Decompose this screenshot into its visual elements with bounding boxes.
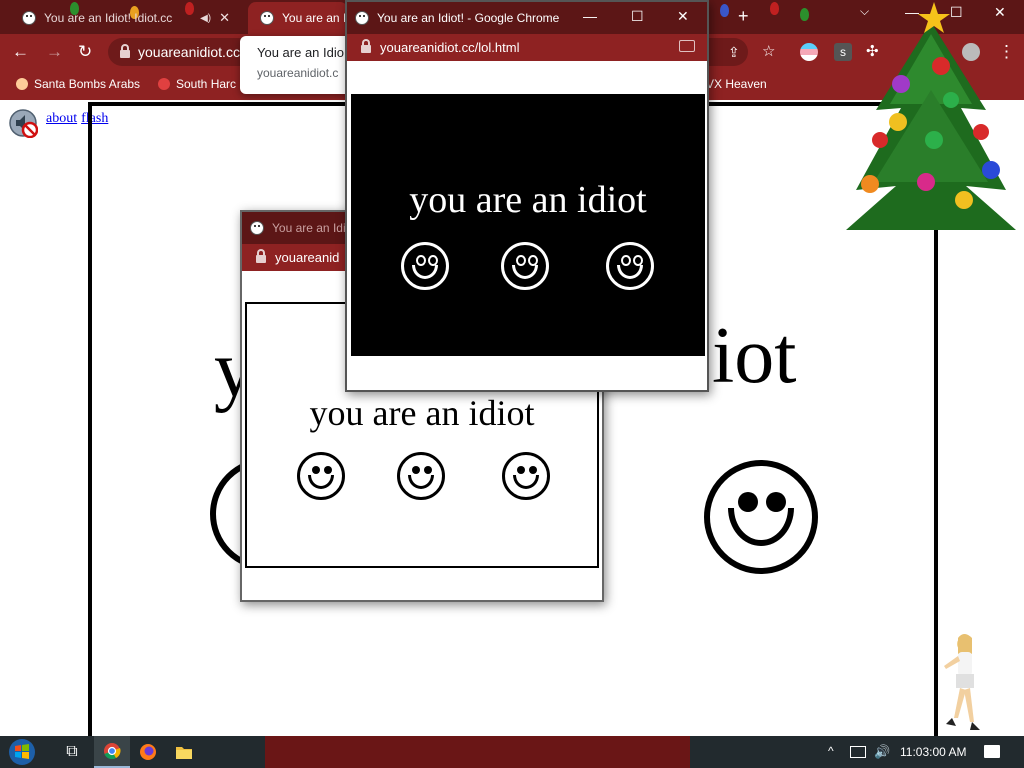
smiley-icon [704, 460, 818, 574]
tray-overflow-chevron-icon[interactable]: ^ [828, 744, 834, 758]
lock-icon [361, 39, 371, 53]
popup-title-bar[interactable]: You are an Idiot! - Google Chrome [347, 2, 707, 34]
bookmark-label: South Harc [176, 77, 237, 91]
popup-title: You are an Idiot! - Google Chrome [377, 11, 560, 25]
muted-speaker-icon[interactable] [8, 108, 38, 138]
smiley-icon [606, 242, 654, 290]
popup-url: youareanidiot.cc/lol.html [380, 40, 520, 55]
new-tab-button[interactable]: + [738, 6, 749, 27]
smiley-eye [517, 466, 525, 474]
popup-message: you are an idiot [409, 179, 647, 221]
folder-icon [176, 747, 192, 759]
volume-icon[interactable]: 🔊 [874, 744, 890, 760]
dancing-figure-icon [944, 634, 980, 730]
flag-extension-icon[interactable] [800, 43, 818, 61]
smiley-mouth [513, 475, 539, 489]
bookmark-label: Santa Bombs Arabs [34, 77, 141, 91]
smiley-icon [401, 242, 449, 290]
back-button[interactable]: ← [12, 42, 29, 62]
bookmark-santa-bombs-arabs[interactable]: Santa Bombs Arabs [16, 77, 140, 91]
tab-title: You are an I [282, 11, 347, 25]
tab-title: You are an Idiot! Idiot.cc [44, 11, 173, 25]
notifications-icon[interactable] [984, 745, 1000, 758]
about-link[interactable]: about [46, 111, 77, 126]
popup-message: you are an idiot [309, 393, 535, 433]
taskbar: ⧉ ^ 🔊 11:03:00 AM [0, 736, 1024, 768]
popup-title: You are an Idio [272, 221, 353, 235]
task-view-icon[interactable]: ⧉ [54, 736, 90, 768]
smiley-mouth [617, 265, 643, 279]
smiley-icon [397, 452, 445, 500]
address-text: youareanidiot.cc [138, 44, 240, 60]
file-explorer-taskbar-button[interactable] [166, 736, 202, 768]
bookmark-vx-heaven[interactable]: VX Heaven [706, 77, 767, 91]
smiley-favicon-icon [250, 221, 264, 235]
network-icon[interactable] [850, 746, 866, 758]
firefox-taskbar-button[interactable] [130, 736, 166, 768]
speaker-icon[interactable]: ◀) [200, 13, 211, 24]
forward-button[interactable]: → [46, 42, 63, 62]
bookmark-star-icon[interactable]: ☆ [762, 42, 775, 60]
smiley-mouth [728, 508, 794, 546]
smiley-favicon-icon [22, 11, 36, 25]
smiley-icon [297, 452, 345, 500]
smiley-eye [529, 466, 537, 474]
smiley-eye [312, 466, 320, 474]
bookmark-south-harc[interactable]: South Harc [158, 77, 236, 91]
popup-close-button[interactable]: ✕ [677, 8, 689, 25]
screen: You are an Idiot! Idiot.cc ◀) ✕ You are … [0, 0, 1024, 768]
reload-button[interactable]: ↻ [78, 42, 92, 62]
smiley-favicon-icon [355, 11, 369, 25]
taskbar-clock[interactable]: 11:03:00 AM [900, 745, 967, 759]
smiley-icon [502, 452, 550, 500]
close-tab-icon[interactable]: ✕ [219, 10, 230, 26]
smiley-mouth [512, 265, 538, 279]
windows-logo-icon [9, 739, 35, 765]
share-icon[interactable]: ⇪ [728, 44, 740, 61]
smiley-icon [501, 242, 549, 290]
popup-window-front[interactable]: You are an Idiot! - Google Chrome — ☐ ✕ … [345, 0, 709, 392]
popup-minimize-button[interactable]: — [583, 8, 597, 24]
start-button[interactable] [4, 736, 40, 768]
chrome-icon [104, 743, 121, 760]
popup-address-bar: youareanidiot.cc/lol.html [347, 34, 707, 61]
tab-youareanidiot-1[interactable]: You are an Idiot! Idiot.cc ◀) ✕ [10, 2, 242, 34]
chrome-taskbar-button[interactable] [94, 736, 130, 768]
big-message-fragment-right: iot [712, 312, 797, 400]
smiley-mouth [412, 265, 438, 279]
smiley-favicon-icon [260, 11, 274, 25]
popup-maximize-button[interactable]: ☐ [631, 8, 644, 25]
bookmark-label: VX Heaven [706, 77, 767, 91]
bookmark-favicon-icon [16, 78, 28, 90]
lock-icon [120, 43, 130, 58]
smiley-mouth [308, 475, 334, 489]
blocked-popup-icon[interactable] [679, 40, 695, 52]
popup-url: youareanid [275, 250, 340, 265]
firefox-icon [140, 744, 156, 760]
smiley-eye [424, 466, 432, 474]
bookmark-favicon-icon [158, 78, 170, 90]
taskbar-background-strip [265, 736, 690, 768]
christmas-tree-icon [846, 2, 1016, 230]
tab-youareanidiot-2[interactable]: You are an I [248, 2, 348, 34]
lock-icon [256, 249, 266, 263]
popup-stage: you are an idiot [351, 94, 705, 356]
smiley-mouth [408, 475, 434, 489]
smiley-eye [412, 466, 420, 474]
smiley-eye [324, 466, 332, 474]
